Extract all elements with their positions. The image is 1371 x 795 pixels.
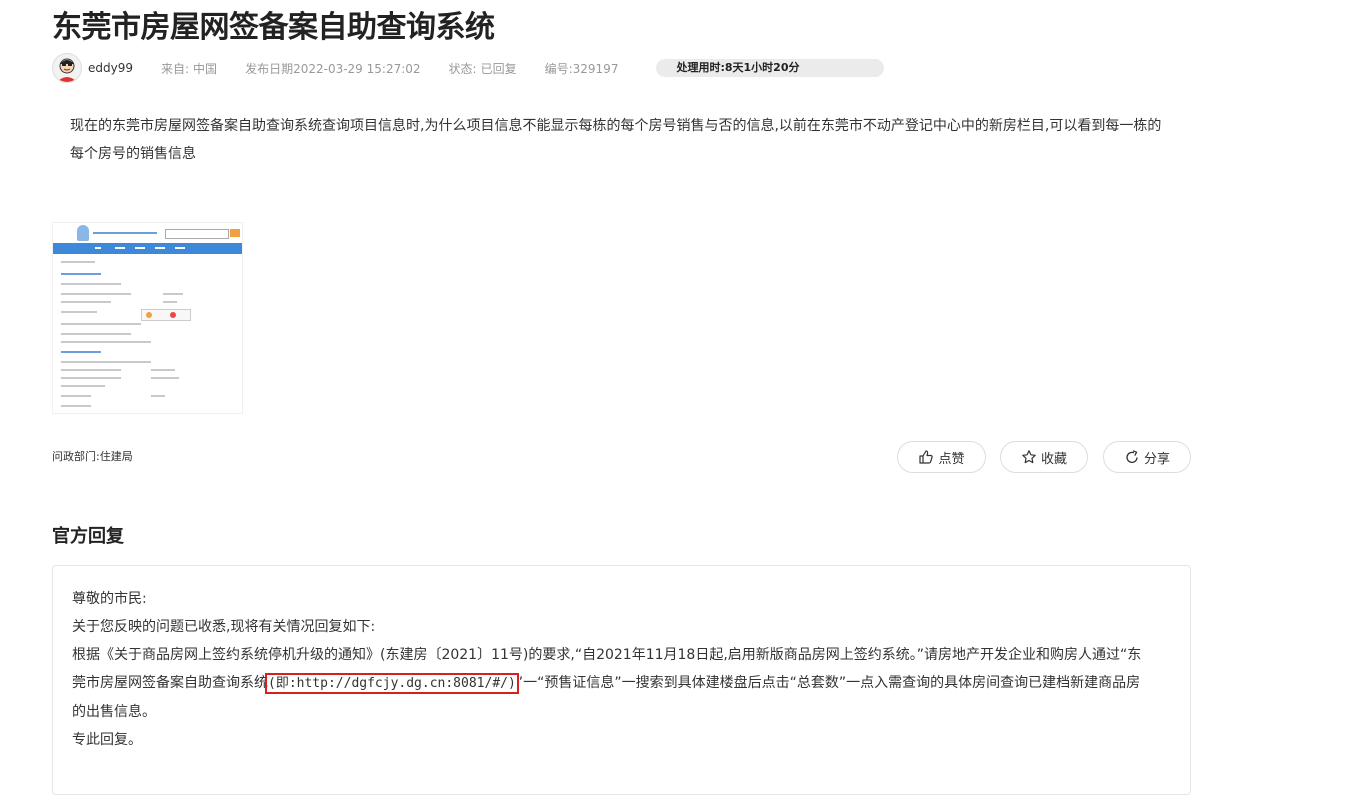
favorite-button[interactable]: 收藏 <box>1000 441 1088 473</box>
question-text: 现在的东莞市房屋网签备案自助查询系统查询项目信息时,为什么项目信息不能显示每栋的… <box>70 118 1162 162</box>
meta-id: 编号:329197 <box>544 61 619 76</box>
share-button[interactable]: 分享 <box>1103 441 1191 473</box>
page-title: 东莞市房屋网签备案自助查询系统 <box>52 10 495 45</box>
reply-body: 根据《关于商品房网上签约系统停机升级的通知》(东建房〔2021〕11号)的要求,… <box>72 647 1142 720</box>
reply-content: 尊敬的市民: 关于您反映的问题已收悉,现将有关情况回复如下: 根据《关于商品房网… <box>72 585 1152 754</box>
share-icon <box>1126 450 1138 464</box>
house-logo-icon <box>77 225 89 241</box>
post-meta: eddy99 来自: 中国 发布日期2022-03-29 15:27:02 状态:… <box>52 53 885 83</box>
official-reply-box: 尊敬的市民: 关于您反映的问题已收悉,现将有关情况回复如下: 根据《关于商品房网… <box>52 565 1191 795</box>
thumbnail-search-box <box>165 229 229 239</box>
processing-duration-badge: 处理用时:8天1小时20分 <box>656 59 885 77</box>
meta-date: 发布日期2022-03-29 15:27:02 <box>245 61 421 76</box>
avatar[interactable] <box>52 53 82 83</box>
like-button[interactable]: 点赞 <box>897 441 986 473</box>
meta-status: 状态: 已回复 <box>448 61 517 76</box>
attachment-thumbnail[interactable] <box>52 222 243 414</box>
thumbnail-search-button <box>230 229 240 237</box>
reply-closing: 专此回复。 <box>72 732 142 748</box>
thumbs-up-icon <box>919 450 934 464</box>
thumbnail-nav-bar <box>53 243 242 254</box>
reply-greeting: 尊敬的市民: <box>72 591 147 607</box>
meta-from: 来自: 中国 <box>161 61 218 76</box>
thumbnail-popup <box>141 309 191 321</box>
department: 问政部门:住建局 <box>52 450 133 463</box>
reply-intro: 关于您反映的问题已收悉,现将有关情况回复如下: <box>72 619 376 635</box>
star-icon <box>1022 450 1036 464</box>
official-reply-heading: 官方回复 <box>52 526 124 547</box>
author-name[interactable]: eddy99 <box>88 61 133 75</box>
highlighted-url[interactable]: (即:http://dgfcjy.dg.cn:8081/#/) <box>265 673 519 694</box>
thumbnail-header <box>53 223 242 243</box>
